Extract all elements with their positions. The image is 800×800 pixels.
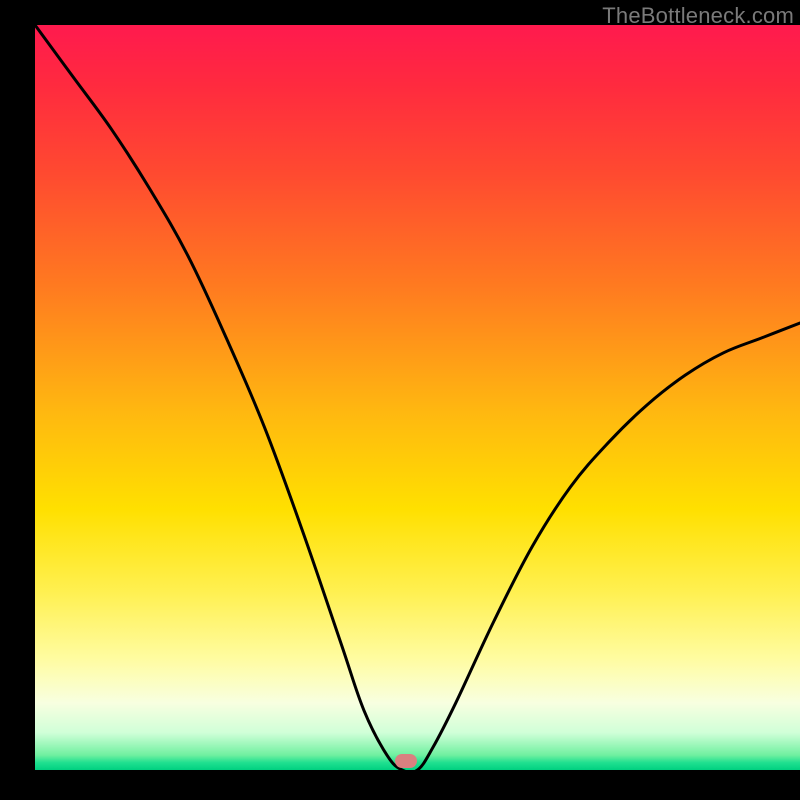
plot-area (35, 25, 800, 770)
bottleneck-curve (35, 25, 800, 770)
watermark-text: TheBottleneck.com (602, 3, 794, 29)
chart-stage: TheBottleneck.com (0, 0, 800, 800)
minimum-marker (395, 754, 417, 768)
curve-path (35, 25, 800, 770)
